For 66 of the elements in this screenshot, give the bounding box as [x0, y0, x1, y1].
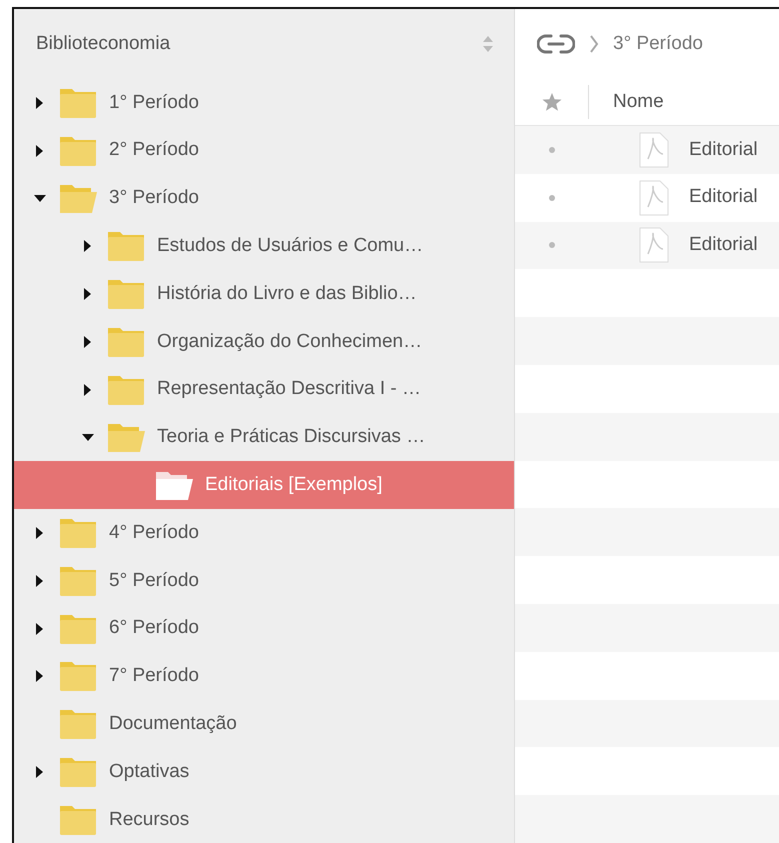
tree-row[interactable]: 2° Período: [14, 126, 514, 175]
file-name[interactable]: Editorial: [689, 136, 758, 164]
folder-icon: [59, 86, 97, 119]
folder-icon: [107, 374, 145, 406]
sidebar-title: Biblioteconomia: [36, 32, 170, 56]
link-icon[interactable]: [537, 33, 575, 55]
tree-row[interactable]: Organização do Conhecimen…: [14, 318, 514, 366]
folder-icon: [59, 517, 97, 550]
open-folder-icon: [107, 421, 145, 454]
folder-name: Recursos: [109, 808, 190, 832]
chevron-icon: [589, 34, 599, 54]
folder-name: 5° Período: [109, 568, 199, 593]
pdf-file-icon: [639, 180, 669, 216]
tree-row[interactable]: 5° Período: [14, 556, 514, 605]
tree-row[interactable]: 6° Período: [14, 604, 514, 653]
pdf-file-icon: [639, 132, 669, 168]
open-folder-icon: [155, 469, 193, 502]
folder-icon: [59, 612, 97, 645]
file-name[interactable]: Editorial: [689, 231, 758, 260]
folder-icon: [107, 278, 145, 310]
folder-name: Teoria e Práticas Discursivas …: [157, 425, 426, 450]
folder-icon: [107, 326, 145, 358]
column-header[interactable]: Nome: [613, 90, 664, 112]
tree-row[interactable]: 4° Período: [14, 509, 514, 557]
caret-down-icon[interactable]: [82, 431, 94, 444]
tree-row[interactable]: Optativas: [14, 748, 514, 796]
tree-row[interactable]: 1° Período: [14, 79, 514, 127]
star-icon[interactable]: [542, 92, 562, 112]
table-row[interactable]: Editorial: [515, 126, 779, 174]
folder-name: Organização do Conhecimen…: [157, 330, 422, 354]
folder-icon: [107, 230, 145, 262]
dot-icon[interactable]: [549, 194, 555, 201]
caret-down-icon[interactable]: [34, 192, 46, 204]
folder-icon: [59, 756, 97, 788]
tree-row[interactable]: Representação Descritiva I - …: [14, 366, 514, 414]
dot-icon[interactable]: [549, 242, 555, 248]
breadcrumb-item[interactable]: 3° Período: [613, 30, 703, 58]
folder-icon: [59, 660, 97, 692]
dot-icon[interactable]: [549, 146, 555, 153]
folder-name: 3° Período: [109, 186, 199, 210]
file-name[interactable]: Editorial: [689, 183, 758, 212]
pdf-file-icon: [639, 227, 669, 264]
tree-row[interactable]: História do Livro e das Biblio…: [14, 270, 514, 318]
tree-row[interactable]: Recursos: [14, 796, 514, 843]
folder-name: 2° Período: [109, 138, 199, 162]
table-row[interactable]: Editorial: [515, 222, 779, 270]
folder-icon: [59, 134, 97, 167]
tree-row[interactable]: 3° Período: [14, 174, 514, 222]
folder-icon: [59, 564, 97, 597]
folder-name: Representação Descritiva I - …: [157, 377, 421, 402]
folder-name: Optativas: [109, 760, 190, 784]
tree-row[interactable]: Teoria e Práticas Discursivas …: [14, 414, 514, 462]
folder-name: Estudos de Usuários e Comu…: [157, 234, 424, 258]
folder-icon: [59, 708, 97, 740]
folder-name: 4° Período: [109, 520, 199, 545]
tree-row[interactable]: Estudos de Usuários e Comu…: [14, 222, 514, 270]
tree-row[interactable]: Documentação: [14, 700, 514, 748]
folder-name: Documentação: [109, 712, 237, 736]
folder-name: 1° Período: [109, 90, 199, 115]
folder-name: 7° Período: [109, 664, 199, 688]
open-folder-icon: [59, 182, 97, 214]
tree-row[interactable]: 7° Período: [14, 652, 514, 700]
folder-name: 6° Período: [109, 616, 199, 640]
folder-name: Editoriais [Exemplos]: [205, 473, 382, 498]
folder-name: História do Livro e das Biblio…: [157, 282, 417, 306]
folder-icon: [59, 804, 97, 836]
